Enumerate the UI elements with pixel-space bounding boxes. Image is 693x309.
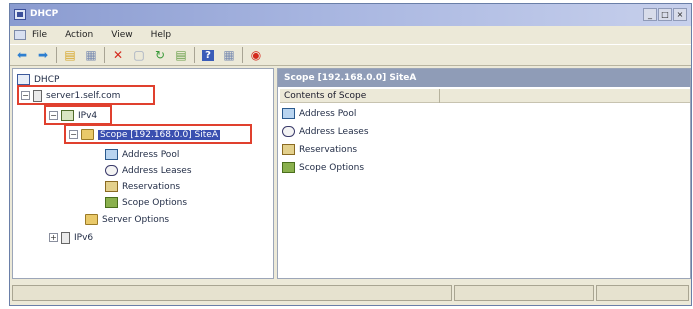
close-button[interactable]: ×: [673, 8, 687, 21]
up-folder-button[interactable]: ▤: [62, 47, 78, 63]
tree-label-reservations: Reservations: [122, 181, 181, 192]
server-options-folder-icon: [85, 214, 98, 225]
dhcp-app-icon: [14, 9, 26, 20]
window-title: DHCP: [30, 9, 59, 19]
reservations-icon: [105, 181, 118, 192]
list-label-address-leases: Address Leases: [299, 126, 369, 137]
menu-file[interactable]: File: [32, 30, 47, 40]
show-hide-tree-icon: ▦: [85, 48, 97, 62]
minimize-button[interactable]: _: [643, 8, 657, 21]
export-list-icon: ▤: [175, 48, 187, 62]
tree-item-server-options[interactable]: Server Options: [85, 213, 169, 226]
status-cell-2: [454, 285, 594, 301]
details-pane: Scope [192.168.0.0] SiteA Contents of Sc…: [277, 68, 691, 279]
highlight-server: [17, 85, 155, 105]
list-item-reservations[interactable]: Reservations: [282, 143, 357, 156]
list-item-address-pool[interactable]: Address Pool: [282, 107, 356, 120]
help-icon: ?: [202, 49, 214, 61]
tree-label-address-leases: Address Leases: [122, 165, 192, 176]
list-item-address-leases[interactable]: Address Leases: [282, 125, 369, 138]
delete-button[interactable]: ✕: [110, 47, 126, 63]
reservations-icon: [282, 144, 295, 155]
status-cell-main: [12, 285, 452, 301]
forward-arrow-icon: ➡: [37, 48, 49, 62]
tree-label-address-pool: Address Pool: [122, 149, 180, 160]
tree-label-scope-options: Scope Options: [122, 197, 188, 208]
maximize-button[interactable]: □: [658, 8, 672, 21]
highlight-ipv4: [44, 105, 112, 125]
scope-options-icon: [282, 162, 295, 173]
status-bar: [10, 281, 691, 305]
console-tree: DHCP − server1.self.com − IPv4 − Scope […: [12, 68, 274, 279]
status-cell-3: [596, 285, 689, 301]
back-arrow-button[interactable]: ⬅: [14, 47, 30, 63]
menu-view[interactable]: View: [111, 30, 132, 40]
menu-action[interactable]: Action: [65, 30, 93, 40]
list-item-scope-options[interactable]: Scope Options: [282, 161, 364, 174]
list-label-scope-options: Scope Options: [299, 162, 365, 173]
refresh-icon: ↻: [154, 48, 166, 62]
scope-options-icon: [105, 197, 118, 208]
export-list-button[interactable]: ▤: [173, 47, 189, 63]
menu-help[interactable]: Help: [151, 30, 172, 40]
tree-item-ipv6[interactable]: + IPv6: [49, 231, 93, 244]
delete-icon: ✕: [112, 48, 124, 62]
properties-icon: ▢: [133, 48, 145, 62]
window-controls: _ □ ×: [643, 8, 687, 21]
show-hide-tree-button[interactable]: ▦: [83, 47, 99, 63]
menu-bar: File Action View Help: [10, 26, 691, 44]
tree-item-reservations[interactable]: Reservations: [105, 180, 180, 193]
up-folder-icon: ▤: [64, 48, 76, 62]
stop-button[interactable]: ◉: [248, 47, 264, 63]
column-contents-of-scope[interactable]: Contents of Scope: [280, 89, 440, 103]
stop-icon: ◉: [250, 48, 262, 62]
toolbar-separator: [194, 47, 195, 63]
address-leases-icon: [105, 165, 118, 176]
console-button[interactable]: ▦: [221, 47, 237, 63]
back-arrow-icon: ⬅: [16, 48, 28, 62]
ipv6-icon: [61, 231, 70, 244]
tree-label-ipv6: IPv6: [74, 232, 94, 243]
toolbar: ⬅ ➡ ▤ ▦ ✕ ▢ ↻ ▤? ▦ ◉: [10, 44, 691, 66]
console-icon: ▦: [223, 48, 235, 62]
highlight-scope: [64, 124, 252, 144]
tree-label-server-options: Server Options: [102, 214, 170, 225]
help-button[interactable]: ?: [200, 47, 216, 63]
forward-arrow-button[interactable]: ➡: [35, 47, 51, 63]
address-leases-icon: [282, 126, 295, 137]
list-label-address-pool: Address Pool: [299, 108, 357, 119]
column-header-row: Contents of Scope: [280, 89, 690, 103]
console-menu-icon[interactable]: [14, 30, 26, 40]
toolbar-separator: [104, 47, 105, 63]
list-label-reservations: Reservations: [299, 144, 358, 155]
expand-ipv6-toggle[interactable]: +: [49, 233, 58, 242]
toolbar-separator: [242, 47, 243, 63]
title-bar[interactable]: DHCP _ □ ×: [10, 4, 691, 26]
column-empty: [440, 89, 690, 103]
details-header-title: Scope [192.168.0.0] SiteA: [278, 69, 690, 87]
dhcp-window: DHCP _ □ × File Action View Help ⬅ ➡ ▤ ▦ ✕ ▢ ↻…: [9, 3, 692, 306]
toolbar-separator: [56, 47, 57, 63]
tree-item-address-pool[interactable]: Address Pool: [105, 148, 179, 161]
tree-item-scope-options[interactable]: Scope Options: [105, 196, 187, 209]
tree-item-address-leases[interactable]: Address Leases: [105, 164, 192, 177]
properties-button[interactable]: ▢: [131, 47, 147, 63]
dhcp-icon: [17, 74, 30, 85]
address-pool-icon: [105, 149, 118, 160]
address-pool-icon: [282, 108, 295, 119]
tree-label-dhcp: DHCP: [34, 74, 60, 85]
refresh-button[interactable]: ↻: [152, 47, 168, 63]
